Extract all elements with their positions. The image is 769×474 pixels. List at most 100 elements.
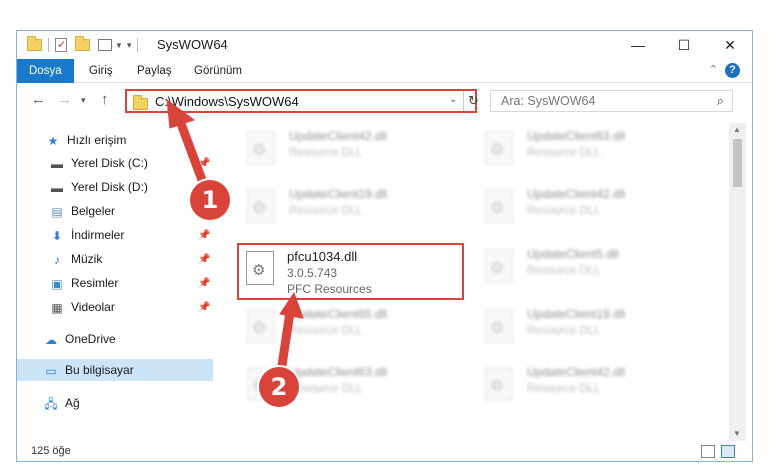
nav-item-label: Yerel Disk (C:)	[71, 156, 148, 170]
minimize-button[interactable]: —	[615, 31, 661, 59]
list-item[interactable]: UpdateClient65.dll Resource DLL	[241, 301, 469, 355]
separator	[48, 38, 49, 52]
nav-item-onedrive[interactable]: ☁ OneDrive	[43, 328, 116, 350]
list-item[interactable]: UpdateClient42.dll Resource DLL	[479, 181, 707, 235]
up-icon[interactable]: ↑	[101, 91, 109, 108]
new-folder-icon[interactable]	[75, 36, 90, 51]
list-item[interactable]: UpdateClient19.dll Resource DLL	[479, 301, 707, 355]
search-input[interactable]: Ara: SysWOW64	[501, 94, 595, 108]
nav-item-videos[interactable]: ▦ Videolar	[49, 296, 115, 318]
address-dropdown-icon[interactable]: ⌄	[449, 94, 457, 105]
file-name: UpdateClient5.dll	[527, 247, 619, 261]
tab-paylas[interactable]: Paylaş	[125, 59, 184, 83]
step-1-callout: 1	[190, 180, 230, 220]
list-item[interactable]: UpdateClient5.dll Resource DLL	[479, 241, 707, 295]
cloud-icon: ☁	[45, 332, 57, 347]
list-item[interactable]: UpdateClient63.dll Resource DLL	[479, 123, 707, 177]
list-item[interactable]: UpdateClient42.dll Resource DLL	[241, 123, 469, 177]
nav-item-network[interactable]: 🖧 Ağ	[43, 392, 80, 414]
dll-file-icon	[247, 131, 275, 165]
tab-giris[interactable]: Giriş	[77, 59, 125, 83]
navigation-pane: ★ Hızlı erişim ▬ Yerel Disk (C:) 📌 ▬ Yerel …	[17, 123, 213, 441]
recent-locations-icon[interactable]: ▾	[81, 95, 86, 106]
dll-file-icon	[485, 131, 513, 165]
dll-file-icon	[247, 189, 275, 223]
scrollbar-thumb[interactable]	[733, 139, 742, 187]
back-icon[interactable]: ←	[31, 91, 46, 108]
file-name: UpdateClient19.dll	[527, 307, 626, 321]
file-description: Resource DLL	[527, 265, 601, 277]
file-description: Resource DLL	[289, 383, 363, 395]
nav-item-label: Müzik	[71, 252, 103, 266]
videos-icon: ▦	[51, 300, 63, 315]
address-bar[interactable]: C:\Windows\SysWOW64 ⌄ ↻	[125, 89, 479, 113]
nav-item-disk-d[interactable]: ▬ Yerel Disk (D:)	[49, 176, 148, 198]
nav-item-label: Resimler	[71, 276, 119, 290]
window-title: SysWOW64	[157, 37, 228, 52]
dropdown-arrow-icon[interactable]: ▼	[115, 41, 123, 50]
folder-icon[interactable]	[27, 36, 42, 51]
dll-file-icon	[485, 249, 513, 283]
pin-icon: 📌	[198, 254, 211, 265]
list-item[interactable]: UpdateClient42.dll Resource DLL	[479, 359, 707, 413]
properties-icon[interactable]	[55, 38, 67, 52]
customize-icon[interactable]	[98, 39, 112, 51]
scroll-down-icon[interactable]: ▼	[733, 429, 741, 438]
maximize-button[interactable]: ☐	[661, 31, 707, 59]
nav-item-pictures[interactable]: ▣ Resimler	[49, 272, 118, 294]
refresh-icon[interactable]: ↻	[463, 91, 483, 111]
item-count: 125 öğe	[31, 445, 71, 457]
file-name: UpdateClient42.dll	[527, 187, 626, 201]
tab-gorunum[interactable]: Görünüm	[182, 59, 254, 83]
nav-item-label: OneDrive	[65, 332, 116, 346]
nav-item-music[interactable]: ♪ Müzik	[49, 248, 102, 270]
file-version: 3.0.5.743	[287, 266, 338, 280]
file-description: Resource DLL	[289, 205, 363, 217]
forward-icon[interactable]: →	[57, 91, 72, 108]
search-box[interactable]: Ara: SysWOW64 ⌕	[490, 90, 733, 112]
address-path[interactable]: C:\Windows\SysWOW64	[155, 94, 299, 109]
list-item[interactable]: UpdateClient19.dll Resource DLL	[241, 181, 469, 235]
scroll-up-icon[interactable]: ▲	[733, 125, 741, 134]
download-icon: ⬇	[51, 228, 63, 243]
file-name: UpdateClient42.dll	[527, 365, 626, 379]
nav-item-this-pc[interactable]: ▭ Bu bilgisayar	[17, 359, 213, 381]
nav-item-label: Belgeler	[71, 204, 116, 218]
nav-item-label: Videolar	[71, 300, 115, 314]
computer-icon: ▭	[45, 363, 57, 378]
file-name: UpdateClient63.dll	[527, 129, 626, 143]
folder-icon	[133, 95, 148, 110]
drive-icon: ▬	[51, 156, 63, 171]
tab-dosya[interactable]: Dosya	[17, 59, 74, 83]
details-view-icon[interactable]	[701, 445, 715, 458]
nav-item-label: Ağ	[65, 396, 80, 410]
dll-file-icon	[485, 367, 513, 401]
file-description: Resource DLL	[289, 147, 363, 159]
file-description: Resource DLL	[527, 147, 601, 159]
dll-file-icon	[485, 189, 513, 223]
nav-item-label: Bu bilgisayar	[65, 363, 134, 377]
network-icon: 🖧	[44, 396, 58, 411]
customize-toolbar-icon[interactable]: ▾	[127, 40, 132, 51]
file-description: Resource DLL	[527, 325, 601, 337]
nav-item-label: Hızlı erişim	[67, 133, 127, 147]
collapse-ribbon-icon[interactable]: ⌃	[709, 63, 718, 76]
highlighted-file[interactable]: pfcu1034.dll 3.0.5.743 PFC Resources	[237, 243, 464, 300]
nav-item-disk-c[interactable]: ▬ Yerel Disk (C:)	[49, 152, 148, 174]
nav-item-downloads[interactable]: ⬇ İndirmeler	[49, 224, 124, 246]
file-description: Resource DLL	[527, 383, 601, 395]
nav-item-label: İndirmeler	[71, 228, 125, 242]
nav-item-documents[interactable]: ▤ Belgeler	[49, 200, 115, 222]
pin-icon: 📌	[198, 278, 211, 289]
close-button[interactable]: ✕	[707, 31, 753, 59]
help-icon[interactable]: ?	[725, 63, 740, 78]
title-bar: ▼ ▾ SysWOW64 — ☐ ✕	[17, 31, 752, 59]
separator	[137, 38, 139, 52]
nav-item-quick-access[interactable]: ★ Hızlı erişim	[45, 129, 127, 151]
tiles-view-icon[interactable]	[721, 445, 735, 458]
music-icon: ♪	[54, 252, 60, 267]
vertical-scrollbar[interactable]: ▲ ▼	[729, 123, 746, 441]
search-icon[interactable]: ⌕	[717, 93, 724, 109]
step-2-callout: 2	[259, 367, 299, 407]
pin-icon: 📌	[198, 302, 211, 313]
